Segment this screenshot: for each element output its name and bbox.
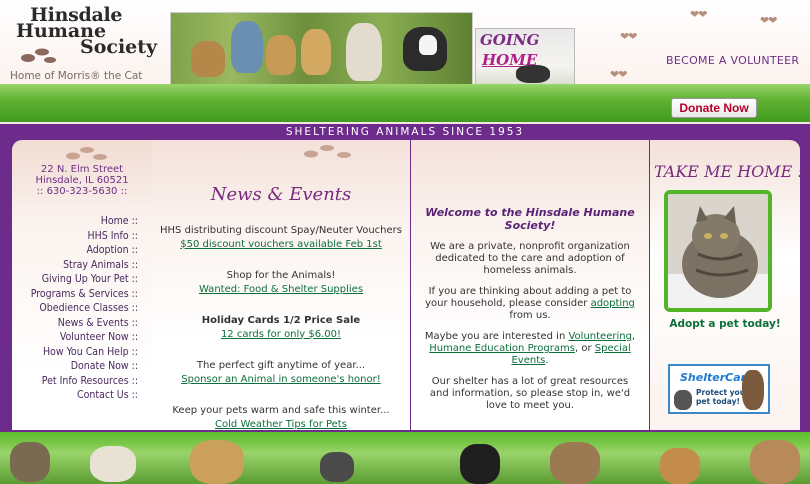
left-sidebar: 22 N. Elm Street Hinsdale, IL 60521 :: 6…	[12, 140, 152, 430]
take-me-home-title: TAKE ME HOME ::	[654, 162, 809, 181]
take-me-home-panel: TAKE ME HOME :: Adopt a pet today! Shelt…	[650, 140, 809, 430]
grass-strip-bottom	[0, 432, 810, 484]
sidebar-item-stray-animals[interactable]: Stray Animals ::	[31, 258, 138, 273]
sheltercare-tagline: Protect your pet today!	[696, 388, 749, 406]
news-item-text: Shop for the Animals!	[226, 270, 336, 281]
address-block: 22 N. Elm Street Hinsdale, IL 60521 :: 6…	[12, 164, 152, 197]
going-home-link[interactable]: GOING HOME	[475, 28, 575, 92]
sidebar-item-giving-up-pet[interactable]: Giving Up Your Pet ::	[31, 272, 138, 287]
sidebar-item-contact[interactable]: Contact Us ::	[31, 388, 138, 403]
sidebar-item-home[interactable]: Home ::	[31, 214, 138, 229]
paw-print-icon	[66, 147, 107, 160]
address-street: 22 N. Elm Street	[40, 164, 124, 175]
news-item-link[interactable]: 12 cards for only $6.00!	[221, 329, 341, 340]
welcome-visit-para: Our shelter has a lot of great resources…	[429, 376, 631, 411]
news-item-text: HHS distributing discount Spay/Neuter Vo…	[160, 225, 402, 236]
sidebar-item-pet-info[interactable]: Pet Info Resources ::	[31, 374, 138, 389]
adopting-link[interactable]: adopting	[591, 298, 635, 309]
news-title: News & Events	[210, 184, 352, 205]
sidebar-item-programs[interactable]: Programs & Services ::	[31, 287, 138, 302]
news-item-link[interactable]: $50 discount vouchers available Feb 1st	[180, 239, 382, 250]
paw-print-icon: ❤︎❤︎	[620, 30, 637, 43]
welcome-volunteer-para: Maybe you are interested in Volunteering…	[424, 331, 636, 366]
volunteering-link[interactable]: Volunteering	[568, 331, 631, 342]
sidebar-item-obedience[interactable]: Obedience Classes ::	[31, 301, 138, 316]
become-volunteer-link[interactable]: BECOME A VOLUNTEER	[666, 54, 799, 67]
tagline-banner: SHELTERING ANIMALS SINCE 1953	[0, 124, 810, 140]
welcome-adopt-para: If you are thinking about adding a pet t…	[425, 286, 635, 321]
news-item-link[interactable]: Wanted: Food & Shelter Supplies	[199, 284, 363, 295]
news-item-link[interactable]: Sponsor an Animal in someone's honor!	[181, 374, 381, 385]
paw-print-icon: ❤︎❤︎	[690, 8, 707, 21]
sidebar-item-volunteer[interactable]: Volunteer Now ::	[31, 330, 138, 345]
news-item-text: The perfect gift anytime of year...	[196, 360, 366, 371]
going-text: GOING	[480, 31, 540, 49]
logo-word-3: Society	[80, 36, 158, 58]
sidebar-item-news-events[interactable]: News & Events ::	[31, 316, 138, 331]
paw-logo-icon	[21, 48, 56, 63]
welcome-block: Welcome to the Hinsdale Humane Society! …	[421, 206, 639, 421]
sidebar-item-donate[interactable]: Donate Now ::	[31, 359, 138, 374]
site-logo[interactable]: Hinsdale Humane Society Home of Morris® …	[8, 4, 158, 88]
sidebar-item-hhs-info[interactable]: HHS Info ::	[31, 229, 138, 244]
paw-print-icon: ❤︎❤︎	[760, 14, 777, 27]
news-list: HHS distributing discount Spay/Neuter Vo…	[152, 224, 410, 431]
news-item-text: Keep your pets warm and safe this winter…	[172, 405, 390, 416]
welcome-intro: We are a private, nonprofit organization…	[430, 241, 630, 276]
welcome-title: Welcome to the Hinsdale Humane Society!	[425, 206, 635, 232]
logo-tagline: Home of Morris® the Cat	[10, 70, 143, 82]
sheltercare-ad[interactable]: ShelterCare Protect your pet today!	[668, 364, 770, 414]
news-panel: News & Events HHS distributing discount …	[152, 140, 410, 430]
paw-print-icon	[304, 145, 351, 158]
sidebar-item-adoption[interactable]: Adoption ::	[31, 243, 138, 258]
adopt-pet-link[interactable]: Adopt a pet today!	[650, 318, 800, 330]
dogs-walking-photo	[170, 12, 473, 92]
adoptable-cat-photo[interactable]	[664, 190, 772, 312]
paw-print-icon: ❤︎❤︎	[610, 68, 627, 81]
sidebar-nav: Home :: HHS Info :: Adoption :: Stray An…	[31, 214, 138, 403]
donate-now-button[interactable]: Donate Now	[671, 98, 757, 118]
welcome-panel: Welcome to the Hinsdale Humane Society! …	[411, 140, 649, 430]
address-phone: :: 630-323-5630 ::	[36, 186, 128, 197]
news-item-link[interactable]: Cold Weather Tips for Pets	[215, 419, 347, 430]
address-city: Hinsdale, IL 60521	[35, 175, 129, 186]
sidebar-item-how-help[interactable]: How You Can Help ::	[31, 345, 138, 360]
news-item-text: Holiday Cards 1/2 Price Sale	[201, 315, 361, 326]
humane-education-link[interactable]: Humane Education Programs	[429, 343, 575, 354]
